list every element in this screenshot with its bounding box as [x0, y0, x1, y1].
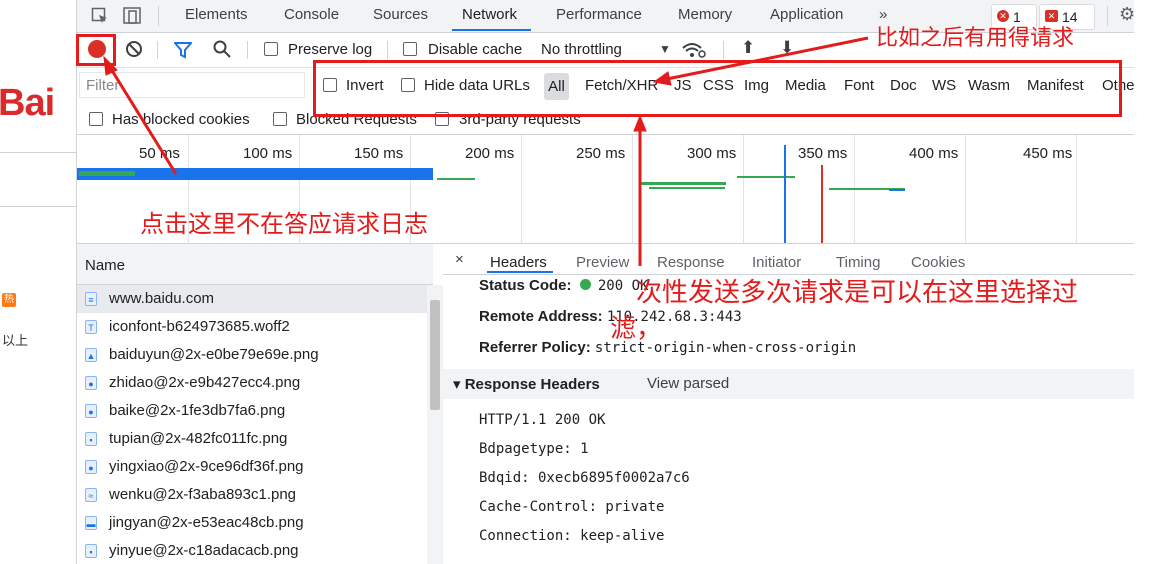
- annotation-note-useful-request: 比如之后有用得请求: [876, 25, 1075, 50]
- annotation-note-filter-continued: 滤，: [610, 313, 663, 343]
- annotation-note-filter: 次性发送多次请求是可以在这里选择过: [636, 277, 1079, 307]
- annotation-note-record: 点击这里不在答应请求日志: [140, 211, 428, 238]
